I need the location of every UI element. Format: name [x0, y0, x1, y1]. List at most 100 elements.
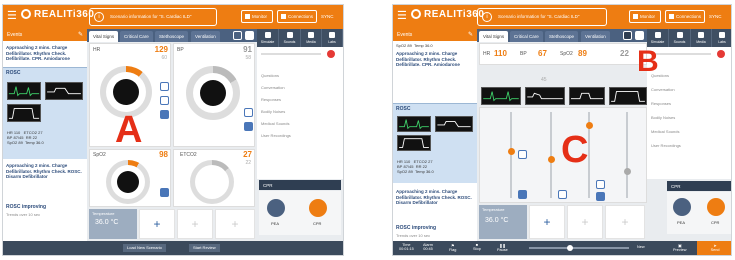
hr-edit-icon[interactable] [160, 82, 169, 91]
toolbar-sounds[interactable]: Sounds [279, 29, 301, 47]
etco2-slider-knob[interactable] [623, 168, 631, 175]
new-button[interactable]: New [637, 245, 645, 249]
menu-medical-sounds-right[interactable]: Medical Sounds [651, 129, 679, 134]
menu-user-recordings[interactable]: User Recordings [261, 133, 291, 138]
menu-user-recordings-right[interactable]: User Recordings [651, 143, 681, 148]
pea-icon-right[interactable] [673, 198, 691, 216]
toolbar-sounds-right[interactable]: Sounds [669, 29, 691, 47]
hr-eye-icon-right[interactable] [518, 190, 527, 199]
scenario-status[interactable]: i Scenario information for "S. Cardiac IL… [89, 8, 217, 26]
menu-bodily-noises[interactable]: Bodily Noises [261, 109, 285, 114]
volume-slider-right[interactable] [651, 53, 711, 55]
tab-stethoscope-right[interactable]: Stethoscope [545, 31, 579, 42]
spo2-eye-icon[interactable] [160, 188, 169, 197]
bp-dial[interactable] [186, 66, 240, 120]
monitor-button[interactable]: Monitor [241, 10, 273, 23]
bp-slider-track[interactable] [550, 112, 552, 198]
bp-edit-icon-right[interactable] [558, 190, 567, 199]
tab-vital-signs-right[interactable]: Vital Signs [479, 31, 509, 42]
hr-hand-icon[interactable] [160, 96, 169, 105]
start-review-button[interactable]: Start Review [189, 244, 220, 252]
pea-icon[interactable] [267, 199, 285, 217]
cpr-header-right[interactable]: CPR [667, 181, 731, 191]
menu-questions[interactable]: Questions [261, 73, 279, 78]
event-item-2-right[interactable]: Approaching 2 mins. Charge Defibrillator… [396, 189, 474, 206]
cpr-icon[interactable] [309, 199, 327, 217]
temperature-panel[interactable]: Temperature 36.0 °C [89, 209, 137, 239]
menu-icon-right[interactable]: ☰ [397, 9, 407, 22]
edit-icon[interactable]: ✎ [78, 31, 83, 38]
spo2-panel[interactable]: SpO2 98 [89, 149, 171, 207]
heart-icon-right[interactable] [717, 50, 725, 58]
event-item[interactable]: Approaching 2 mins. Charge Defibrillator… [6, 45, 84, 62]
expand-icon-right[interactable] [635, 31, 644, 40]
hr-eye-icon[interactable] [160, 110, 169, 119]
lock-icon-right[interactable] [623, 31, 632, 40]
bp-edit-icon[interactable] [244, 108, 253, 117]
connections-button[interactable]: Connections [277, 10, 317, 23]
toolbar-media[interactable]: Media [301, 29, 322, 47]
tab-ventilation-right[interactable]: Ventilation [581, 31, 610, 42]
toolbar-media-right[interactable]: Media [691, 29, 712, 47]
load-scenario-button[interactable]: Load New Scenario [123, 244, 166, 252]
temperature-panel-right[interactable]: Temperature 36.0 °C [479, 205, 527, 239]
tab-ventilation[interactable]: Ventilation [191, 31, 220, 42]
menu-conversation-right[interactable]: Conversation [651, 87, 675, 92]
scenario-status-right[interactable]: i Scenario information for "S. Cardiac IL… [477, 8, 607, 26]
spo2-slider-knob[interactable] [585, 122, 593, 129]
menu-medical-sounds[interactable]: Medical Sounds [261, 121, 289, 126]
event-rosc[interactable]: ROSC HR 110 ETCO2 27 BP 87/45 RR 22 SpO2… [3, 67, 87, 159]
spo2-eye-icon-right[interactable] [596, 192, 605, 201]
cpr-icon-right[interactable] [707, 198, 725, 216]
event-item-right[interactable]: Approaching 2 mins. Charge Defibrillator… [396, 51, 474, 68]
event-rosc-right[interactable]: ROSC HR 110 ETCO2 27 BP 87/45 RR 22 SpO2… [393, 103, 477, 183]
lock-icon[interactable] [233, 31, 242, 40]
volume-slider[interactable] [261, 53, 321, 55]
toolbar-labs-right[interactable]: Labs [712, 29, 731, 47]
hr-slider-knob[interactable] [507, 148, 515, 155]
bp-panel[interactable]: BP 91 58 [173, 43, 255, 147]
tab-vital-signs[interactable]: Vital Signs [89, 31, 119, 42]
hr-slider-track[interactable] [510, 112, 512, 198]
preview-button[interactable]: ▣ Preview [673, 243, 687, 252]
event-improving-right[interactable]: ROSC improving [396, 225, 436, 231]
add-vital-button-1-right[interactable]: + [529, 205, 565, 239]
spo2-dial[interactable] [106, 160, 150, 204]
flag-button[interactable]: ⚑ Flag [449, 243, 456, 252]
stop-button[interactable]: ■ Stop [473, 243, 481, 251]
timeline-slider[interactable] [529, 245, 629, 251]
send-button[interactable]: ➤ Send [697, 241, 731, 255]
add-vital-button-1[interactable]: + [139, 209, 175, 239]
add-vital-button-2[interactable]: + [177, 209, 213, 239]
event-item-2[interactable]: Approaching 2 mins. Charge Defibrillator… [6, 163, 84, 180]
toolbar-simulate[interactable]: Simulate [257, 29, 279, 47]
menu-responses-right[interactable]: Responses [651, 101, 671, 106]
add-vital-button-2-right[interactable]: + [567, 205, 603, 239]
tab-critical-care[interactable]: Critical Care [120, 31, 153, 42]
menu-conversation[interactable]: Conversation [261, 85, 285, 90]
expand-icon[interactable] [245, 31, 254, 40]
spo2-hand-icon-right[interactable] [596, 180, 605, 189]
etco2-slider-track[interactable] [626, 112, 628, 198]
connections-button-right[interactable]: Connections [665, 10, 705, 23]
tab-critical-care-right[interactable]: Critical Care [510, 31, 543, 42]
cpr-header[interactable]: CPR [259, 180, 341, 190]
toolbar-labs[interactable]: Labs [322, 29, 343, 47]
etco2-panel[interactable]: ETCO2 27 22 [173, 149, 255, 207]
etco2-dial[interactable] [190, 160, 234, 204]
tab-stethoscope[interactable]: Stethoscope [155, 31, 189, 42]
monitor-button-right[interactable]: Monitor [629, 10, 661, 23]
menu-responses[interactable]: Responses [261, 97, 281, 102]
add-vital-button-3-right[interactable]: + [605, 205, 645, 239]
pause-button[interactable]: ❚❚ Pause [497, 243, 508, 252]
timeline-knob[interactable] [567, 245, 573, 251]
menu-icon[interactable]: ☰ [7, 9, 17, 22]
hr-edit-icon-right[interactable] [518, 150, 527, 159]
bp-slider-knob[interactable] [547, 156, 555, 163]
bp-eye-icon[interactable] [244, 122, 253, 131]
heart-icon[interactable] [327, 50, 335, 58]
add-vital-button-3[interactable]: + [215, 209, 255, 239]
menu-bodily-noises-right[interactable]: Bodily Noises [651, 115, 675, 120]
edit-icon-right[interactable]: ✎ [468, 31, 473, 38]
event-improving[interactable]: ROSC improving [6, 204, 46, 210]
